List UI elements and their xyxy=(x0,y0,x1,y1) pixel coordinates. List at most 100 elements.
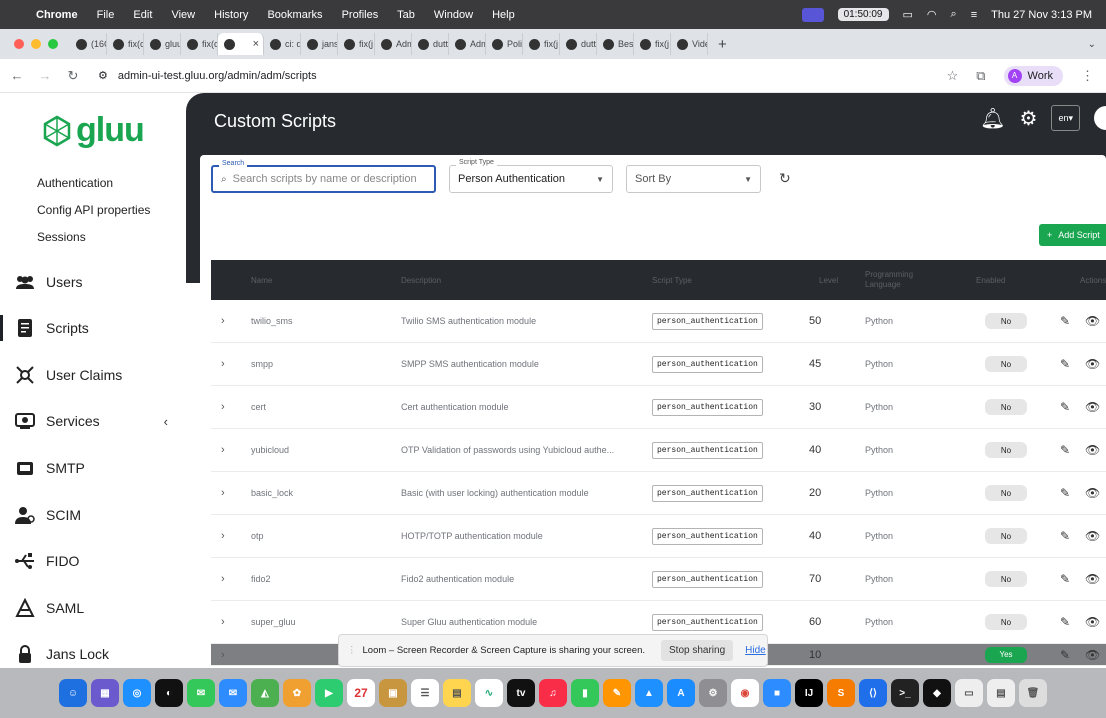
edit-icon[interactable]: ✎ xyxy=(1060,572,1070,586)
table-row[interactable]: › smpp SMPP SMS authentication module perso… xyxy=(211,343,1106,386)
browser-tab[interactable]: Adm xyxy=(449,33,486,55)
column-header[interactable]: Name xyxy=(251,276,272,285)
settings-icon[interactable]: ⚙ xyxy=(699,679,727,707)
menu-app[interactable]: Chrome xyxy=(36,9,78,21)
browser-tab[interactable]: dutt xyxy=(412,33,449,55)
column-header[interactable]: Level xyxy=(819,276,838,285)
browser-tab[interactable]: Adm xyxy=(375,33,412,55)
numbers-icon[interactable]: ▮ xyxy=(571,679,599,707)
edit-icon[interactable]: ✎ xyxy=(1060,648,1070,662)
view-icon[interactable]: 👁︎ xyxy=(1085,648,1100,662)
hide-link[interactable]: Hide xyxy=(745,645,766,656)
recording-timer[interactable]: 01:50:09 xyxy=(837,8,889,21)
app-icon[interactable]: ◐ xyxy=(155,679,183,707)
gluu-logo[interactable]: gluu xyxy=(42,111,145,150)
calendar-icon[interactable]: 27 xyxy=(347,679,375,707)
sidebar-item-scripts[interactable]: Scripts xyxy=(14,318,174,338)
messages-icon[interactable]: ✉ xyxy=(187,679,215,707)
sidebar-item-user-claims[interactable]: User Claims xyxy=(14,365,174,385)
music-icon[interactable]: ♫ xyxy=(539,679,567,707)
script-type-select[interactable]: Script Type Person Authentication ▼ xyxy=(449,159,613,193)
sidebar-item-scim[interactable]: SCIM xyxy=(14,505,174,525)
browser-tab[interactable]: fix(j xyxy=(634,33,671,55)
github-desktop-icon[interactable]: ◆ xyxy=(923,679,951,707)
view-icon[interactable]: 👁︎ xyxy=(1085,486,1100,500)
battery-icon[interactable]: ▭ xyxy=(903,8,913,21)
sidebar-item-users[interactable]: Users xyxy=(14,272,174,292)
keynote-icon[interactable]: ▲ xyxy=(635,679,663,707)
downloads-icon[interactable]: ▤ xyxy=(987,679,1015,707)
reminders-icon[interactable]: ☰ xyxy=(411,679,439,707)
edit-icon[interactable]: ✎ xyxy=(1060,529,1070,543)
browser-tab[interactable]: fix(j xyxy=(523,33,560,55)
chevron-left-icon[interactable]: ‹ xyxy=(164,414,168,429)
clock[interactable]: Thu 27 Nov 3:13 PM xyxy=(991,9,1092,21)
launchpad-icon[interactable]: ▦ xyxy=(91,679,119,707)
browser-tab[interactable]: (16C xyxy=(70,33,107,55)
browser-tab[interactable]: fix(c xyxy=(107,33,144,55)
column-header[interactable]: Script Type xyxy=(652,276,692,285)
browser-tab[interactable]: Best xyxy=(597,33,634,55)
menu-file[interactable]: File xyxy=(97,9,115,21)
expand-row-icon[interactable]: › xyxy=(221,616,225,628)
edit-icon[interactable]: ✎ xyxy=(1060,443,1070,457)
stop-sharing-button[interactable]: Stop sharing xyxy=(661,640,734,661)
edit-icon[interactable]: ✎ xyxy=(1060,615,1070,629)
omnibox[interactable]: ⚙ admin-ui-test.gluu.org/admin/adm/scrip… xyxy=(98,69,317,83)
sidebar-item-saml[interactable]: SAML xyxy=(14,598,174,618)
screen-record-icon[interactable] xyxy=(801,7,824,22)
chrome-icon[interactable]: ◉ xyxy=(731,679,759,707)
view-icon[interactable]: 👁︎ xyxy=(1085,529,1100,543)
expand-row-icon[interactable]: › xyxy=(221,358,225,370)
drag-handle-icon[interactable]: ⋮ xyxy=(347,645,357,656)
sidebar-item-smtp[interactable]: SMTP xyxy=(14,458,174,478)
edit-icon[interactable]: ✎ xyxy=(1060,486,1070,500)
trash-icon[interactable]: 🗑︎ xyxy=(1019,679,1047,707)
add-script-button[interactable]: + Add Script xyxy=(1039,224,1106,246)
reload-icon[interactable]: ↻ xyxy=(62,68,84,84)
app-store-icon[interactable]: A xyxy=(667,679,695,707)
site-info-icon[interactable]: ⚙ xyxy=(98,69,108,82)
url-text[interactable]: admin-ui-test.gluu.org/admin/adm/scripts xyxy=(118,70,317,82)
table-row[interactable]: › cert Cert authentication module person_au… xyxy=(211,386,1106,429)
extensions-icon[interactable]: ⧉ xyxy=(976,68,985,84)
sidebar-item-jans-lock[interactable]: Jans Lock xyxy=(14,644,174,664)
zoom-window-icon[interactable] xyxy=(48,39,58,49)
minimize-window-icon[interactable] xyxy=(31,39,41,49)
table-row[interactable]: › yubicloud OTP Validation of passwords us… xyxy=(211,429,1106,472)
browser-tab[interactable]: Poli xyxy=(486,33,523,55)
view-icon[interactable]: 👁︎ xyxy=(1085,400,1100,414)
safari-icon[interactable]: ◎ xyxy=(123,679,151,707)
table-row[interactable]: › twilio_sms Twilio SMS authentication mod… xyxy=(211,300,1106,343)
browser-tab[interactable]: Vide xyxy=(671,33,708,55)
tv-icon[interactable]: tv xyxy=(507,679,535,707)
zoom-icon[interactable]: ■ xyxy=(763,679,791,707)
profile-button[interactable]: A Work xyxy=(1003,65,1063,86)
table-row[interactable]: › basic_lock Basic (with user locking) aut… xyxy=(211,472,1106,515)
view-icon[interactable]: 👁︎ xyxy=(1085,615,1100,629)
browser-tab[interactable]: dutt xyxy=(560,33,597,55)
spotlight-icon[interactable]: ⌕ xyxy=(951,8,957,21)
sidebar-item-services[interactable]: Services xyxy=(14,411,174,431)
expand-row-icon[interactable]: › xyxy=(221,444,225,456)
table-row[interactable]: › otp HOTP/TOTP authentication module perso… xyxy=(211,515,1106,558)
menu-profiles[interactable]: Profiles xyxy=(342,9,379,21)
search-field[interactable]: Search ⌕ xyxy=(211,160,436,193)
browser-tab[interactable]: × xyxy=(218,33,264,55)
column-header[interactable]: Actions xyxy=(1080,276,1106,285)
freeform-icon[interactable]: ∿ xyxy=(475,679,503,707)
edit-icon[interactable]: ✎ xyxy=(1060,314,1070,328)
notes-icon[interactable]: ▤ xyxy=(443,679,471,707)
bell-icon[interactable]: 🔔︎ xyxy=(980,106,1005,131)
contacts-icon[interactable]: ▣ xyxy=(379,679,407,707)
browser-tab[interactable]: fix(c xyxy=(181,33,218,55)
menu-history[interactable]: History xyxy=(214,9,248,21)
finder-icon[interactable]: ☺ xyxy=(59,679,87,707)
vscode-icon[interactable]: ⟨⟩ xyxy=(859,679,887,707)
forward-icon[interactable]: → xyxy=(34,68,56,83)
menu-view[interactable]: View xyxy=(171,9,195,21)
column-header[interactable]: Description xyxy=(401,276,441,285)
column-header[interactable]: Programming Language xyxy=(865,270,925,290)
view-icon[interactable]: 👁︎ xyxy=(1085,314,1100,328)
menu-bookmarks[interactable]: Bookmarks xyxy=(267,9,322,21)
